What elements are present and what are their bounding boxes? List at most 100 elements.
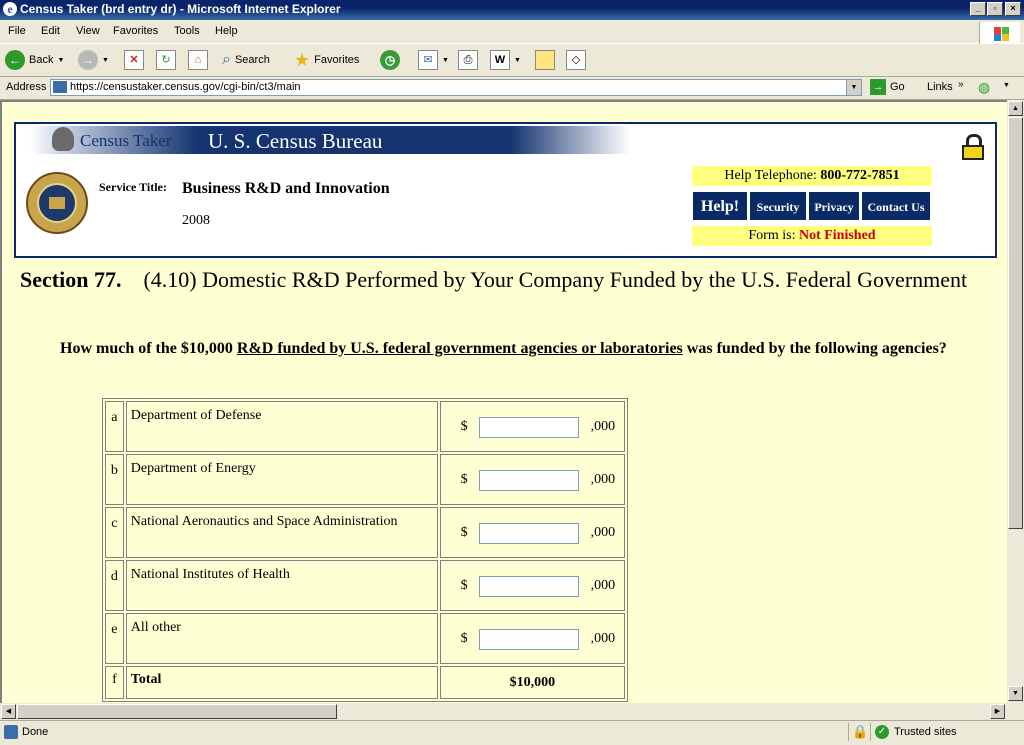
menu-favorites[interactable]: Favorites (113, 25, 158, 37)
address-input[interactable]: https://censustaker.census.gov/cgi-bin/c… (50, 79, 862, 96)
scroll-thumb[interactable] (17, 704, 337, 719)
chevron-down-icon: ▼ (57, 56, 65, 64)
stop-button[interactable]: ✕ (124, 48, 144, 72)
amount-input-nih[interactable] (478, 576, 579, 597)
contact-us-button[interactable]: Contact Us (861, 191, 931, 221)
chevron-down-icon[interactable]: ▼ (1003, 82, 1010, 89)
close-button[interactable]: × (1005, 2, 1021, 16)
home-button[interactable]: ⌂ (188, 48, 208, 72)
favorites-label: Favorites (314, 54, 360, 66)
window-title-bar: e Census Taker (brd entry dr) - Microsof… (0, 0, 1024, 20)
currency-symbol: $ (460, 419, 468, 434)
row-letter: d (105, 560, 124, 611)
address-label: Address (6, 81, 47, 93)
row-label: National Aeronautics and Space Administr… (125, 507, 438, 558)
horizontal-scrollbar[interactable]: ◀ ▶ (0, 703, 1007, 720)
search-button[interactable]: ⌕ Search (222, 48, 270, 72)
status-text: Done (22, 726, 49, 738)
chevron-down-icon[interactable]: ▼ (846, 80, 861, 95)
go-button[interactable]: → Go (870, 79, 905, 95)
menu-bar: File Edit View Favorites Tools Help (0, 21, 1024, 44)
row-label: Department of Defense (125, 401, 438, 452)
currency-symbol: $ (460, 578, 468, 593)
scroll-down-icon[interactable]: ▼ (1008, 686, 1023, 701)
address-url: https://censustaker.census.gov/cgi-bin/c… (70, 81, 301, 93)
printer-icon: ⎙ (458, 50, 478, 70)
discuss-button[interactable] (535, 48, 555, 72)
amount-input-energy[interactable] (478, 470, 579, 491)
row-label: All other (125, 613, 438, 664)
currency-symbol: $ (460, 472, 468, 487)
back-label: Back (29, 54, 54, 66)
scroll-thumb[interactable] (1008, 117, 1023, 529)
table-row: d National Institutes of Health $ ,000 (105, 560, 625, 611)
row-label: National Institutes of Health (125, 560, 438, 611)
table-row: b Department of Energy $ ,000 (105, 454, 625, 505)
links-button[interactable]: Links (927, 81, 953, 93)
question-link[interactable]: R&D funded by U.S. federal government ag… (237, 340, 683, 357)
scroll-left-icon[interactable]: ◀ (1, 704, 16, 719)
maximize-button[interactable]: ▫ (987, 2, 1003, 16)
padlock-icon: 🔒 (852, 724, 869, 739)
privacy-button[interactable]: Privacy (808, 191, 860, 221)
history-button[interactable]: ◷ (380, 48, 400, 72)
amount-cell: $ ,000 (439, 613, 625, 664)
search-label: Search (234, 54, 270, 66)
globe-icon[interactable]: ◍ (978, 79, 990, 96)
forward-button[interactable]: → ▼ (78, 48, 109, 72)
form-status: Form is: Not Finished (692, 226, 932, 246)
section-number: Section 77. (20, 267, 122, 292)
help-button[interactable]: Help! (692, 191, 748, 221)
amount-input-defense[interactable] (478, 417, 579, 438)
back-button[interactable]: ← Back ▼ (5, 48, 64, 72)
thousands-suffix: ,000 (590, 631, 616, 646)
messenger-button[interactable]: ◇ (566, 48, 586, 72)
scroll-up-icon[interactable]: ▲ (1008, 101, 1023, 116)
census-banner: Census Taker U. S. Census Bureau (30, 126, 630, 154)
amount-cell: $ ,000 (439, 454, 625, 505)
security-zone: Trusted sites (894, 726, 957, 738)
table-row: e All other $ ,000 (105, 613, 625, 664)
edit-button[interactable]: W ▼ (490, 48, 521, 72)
security-button[interactable]: Security (749, 191, 807, 221)
amount-input-all-other[interactable] (478, 629, 579, 650)
menu-edit[interactable]: Edit (41, 25, 60, 37)
thousands-suffix: ,000 (590, 525, 616, 540)
menu-file[interactable]: File (8, 25, 26, 37)
scroll-corner (1007, 703, 1024, 720)
status-divider (848, 723, 849, 741)
chevron-right-icon[interactable]: » (958, 79, 964, 90)
amount-input-nasa[interactable] (478, 523, 579, 544)
amount-cell: $ ,000 (439, 560, 625, 611)
print-button[interactable]: ⎙ (458, 48, 478, 72)
search-icon: ⌕ (222, 51, 231, 68)
menu-view[interactable]: View (76, 25, 100, 37)
chevron-down-icon: ▼ (442, 56, 449, 64)
table-row: a Department of Defense $ ,000 (105, 401, 625, 452)
stop-icon: ✕ (124, 50, 144, 70)
row-letter: c (105, 507, 124, 558)
thousands-suffix: ,000 (590, 578, 616, 593)
help-telephone: Help Telephone: 800-772-7851 (692, 166, 932, 186)
refresh-button[interactable]: ↻ (156, 48, 176, 72)
currency-symbol: $ (460, 631, 468, 646)
form-status-label: Form is: (748, 228, 796, 243)
favorites-button[interactable]: ★ Favorites (294, 48, 359, 72)
minimize-button[interactable]: _ (970, 2, 986, 16)
amount-cell: $ ,000 (439, 507, 625, 558)
thousands-suffix: ,000 (590, 419, 616, 434)
vertical-scrollbar[interactable]: ▲ ▼ (1007, 100, 1024, 703)
note-icon (535, 50, 555, 70)
question-pre: How much of the $10,000 (60, 340, 237, 357)
menu-tools[interactable]: Tools (174, 25, 200, 37)
row-letter: e (105, 613, 124, 664)
row-letter: a (105, 401, 124, 452)
agency-funding-table: a Department of Defense $ ,000 b Departm… (102, 398, 628, 702)
scroll-right-icon[interactable]: ▶ (990, 704, 1005, 719)
table-row: c National Aeronautics and Space Adminis… (105, 507, 625, 558)
mail-button[interactable]: ✉ ▼ (418, 48, 449, 72)
menu-help[interactable]: Help (215, 25, 238, 37)
chevron-down-icon: ▼ (102, 56, 109, 64)
page-icon (4, 725, 18, 739)
ie-icon: e (3, 2, 17, 16)
